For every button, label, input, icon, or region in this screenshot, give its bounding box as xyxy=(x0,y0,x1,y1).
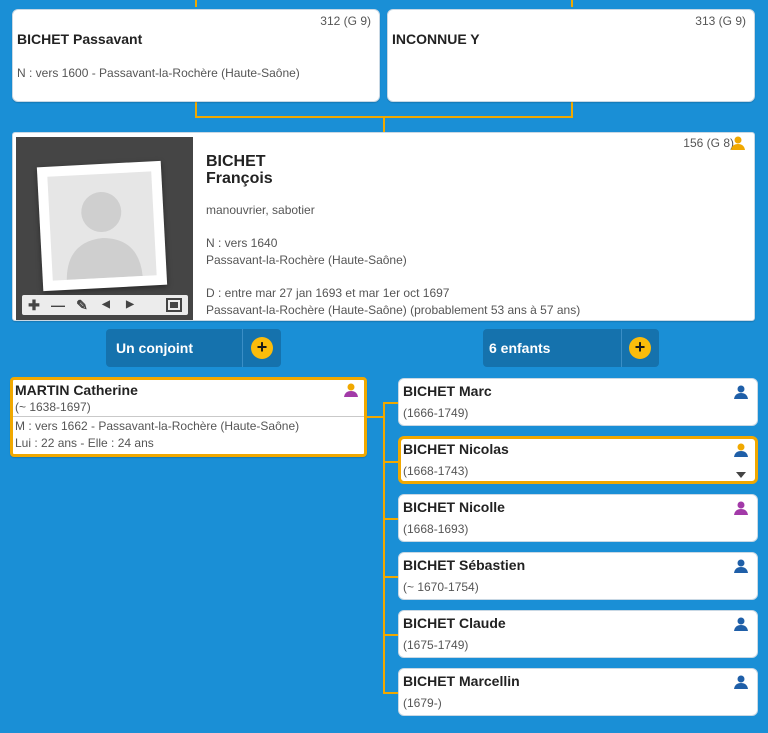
parent-card-mother[interactable]: 313 (G 9) INCONNUE Y xyxy=(387,9,755,102)
child-card[interactable]: BICHET Nicolas (1668-1743) xyxy=(398,436,758,484)
child-dates: (1668-1743) xyxy=(403,464,469,478)
person-icon xyxy=(734,675,748,689)
film-icon[interactable] xyxy=(166,297,182,313)
add-spouse-icon[interactable]: + xyxy=(251,337,273,359)
marriage-ages: Lui : 22 ans - Elle : 24 ans xyxy=(15,436,154,450)
person-icon xyxy=(734,617,748,631)
connector-line xyxy=(383,116,385,132)
spouse-card[interactable]: MARTIN Catherine (~ 1638-1697) M : vers … xyxy=(10,377,367,457)
sosa-number: 156 (G 8) xyxy=(683,136,734,150)
marriage-info: M : vers 1662 - Passavant-la-Rochère (Ha… xyxy=(15,419,300,433)
minus-icon[interactable]: — xyxy=(50,297,66,313)
child-card[interactable]: BICHET Claude (1675-1749) xyxy=(398,610,758,658)
photo-toolbar: ✚ — ✎ ◀ ▶ xyxy=(22,295,188,315)
connector-line xyxy=(571,0,573,7)
child-name: BICHET Claude xyxy=(403,615,506,631)
person-name: INCONNUE Y xyxy=(392,31,480,47)
spouse-dates: (~ 1638-1697) xyxy=(15,400,91,414)
next-icon[interactable]: ▶ xyxy=(122,297,138,313)
child-name: BICHET Sébastien xyxy=(403,557,526,573)
connector-line xyxy=(383,518,398,520)
child-card[interactable]: BICHET Marcellin (1679-) xyxy=(398,668,758,716)
connector-line xyxy=(383,634,398,636)
person-icon xyxy=(344,383,358,397)
pencil-icon[interactable]: ✎ xyxy=(74,297,90,313)
spouses-header[interactable]: Un conjoint + xyxy=(106,329,281,367)
child-dates: (1675-1749) xyxy=(403,638,469,652)
occupation: manouvrier, sabotier xyxy=(206,203,315,217)
plus-icon[interactable]: ✚ xyxy=(26,297,42,313)
person-surname: BICHET xyxy=(206,153,266,170)
sosa-number: 313 (G 9) xyxy=(695,14,746,28)
chevron-down-icon[interactable] xyxy=(736,472,746,478)
connector-line xyxy=(383,692,398,694)
connector-line xyxy=(195,0,197,7)
sosa-number: 312 (G 9) xyxy=(320,14,371,28)
prev-icon[interactable]: ◀ xyxy=(98,297,114,313)
connector-line xyxy=(383,402,385,694)
spouse-name: MARTIN Catherine xyxy=(15,382,138,398)
photo-frame[interactable] xyxy=(36,160,168,292)
child-card[interactable]: BICHET Sébastien (~ 1670-1754) xyxy=(398,552,758,600)
person-icon xyxy=(734,501,748,515)
children-header[interactable]: 6 enfants + xyxy=(483,329,659,367)
person-icon xyxy=(734,443,748,457)
silhouette-icon xyxy=(66,192,143,280)
birth-date: N : vers 1640 xyxy=(206,236,278,250)
parent-card-father[interactable]: 312 (G 9) BICHET Passavant N : vers 1600… xyxy=(12,9,380,102)
child-dates: (~ 1670-1754) xyxy=(403,580,479,594)
connector-line xyxy=(383,461,398,463)
spouses-label: Un conjoint xyxy=(116,340,193,356)
child-name: BICHET Marcellin xyxy=(403,673,520,689)
person-firstname: François xyxy=(206,170,273,187)
person-icon xyxy=(734,385,748,399)
child-dates: (1668-1693) xyxy=(403,522,469,536)
birth-place: Passavant-la-Rochère (Haute-Saône) xyxy=(206,253,407,267)
children-label: 6 enfants xyxy=(489,340,551,356)
person-icon xyxy=(734,559,748,573)
child-name: BICHET Marc xyxy=(403,383,492,399)
child-name: BICHET Nicolas xyxy=(403,441,509,457)
birth-info: N : vers 1600 - Passavant-la-Rochère (Ha… xyxy=(17,66,300,80)
connector-line xyxy=(383,576,398,578)
death-date: D : entre mar 27 jan 1693 et mar 1er oct… xyxy=(206,286,450,300)
child-dates: (1679-) xyxy=(403,696,442,710)
child-dates: (1666-1749) xyxy=(403,406,469,420)
connector-line xyxy=(383,402,398,404)
person-name: BICHET Passavant xyxy=(17,31,143,47)
child-card[interactable]: BICHET Marc (1666-1749) xyxy=(398,378,758,426)
child-card[interactable]: BICHET Nicolle (1668-1693) xyxy=(398,494,758,542)
person-icon xyxy=(731,136,745,150)
child-name: BICHET Nicolle xyxy=(403,499,505,515)
photo-area: ✚ — ✎ ◀ ▶ xyxy=(16,137,193,320)
add-child-icon[interactable]: + xyxy=(629,337,651,359)
death-place: Passavant-la-Rochère (Haute-Saône) (prob… xyxy=(206,303,581,317)
